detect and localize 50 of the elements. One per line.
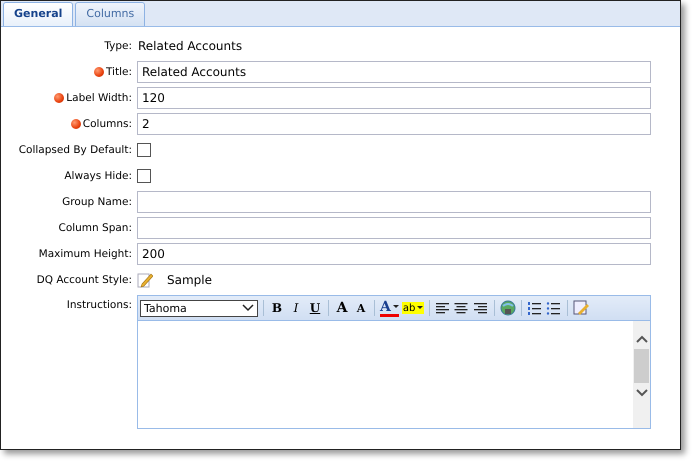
- bold-button[interactable]: B: [269, 299, 285, 317]
- field-label: Label Width:: [66, 92, 132, 104]
- input-field[interactable]: [137, 191, 651, 213]
- input-field[interactable]: [137, 217, 651, 239]
- align-right-icon: [473, 300, 490, 316]
- align-left-icon: [435, 300, 452, 316]
- field-label: Title:: [106, 66, 132, 78]
- font-color-button[interactable]: A: [380, 300, 399, 316]
- field-label: Collapsed By Default:: [18, 144, 132, 156]
- italic-button[interactable]: I: [288, 299, 304, 317]
- field-label: Instructions:: [66, 299, 132, 311]
- increase-font-button[interactable]: A: [334, 299, 350, 317]
- numbered-list-icon: [527, 300, 544, 316]
- caret-icon: [392, 304, 399, 308]
- globe-button[interactable]: [500, 299, 516, 317]
- bullet-list-icon: [546, 300, 562, 316]
- chevron-down-icon: [242, 304, 254, 312]
- field-label: Type:: [104, 40, 132, 52]
- field-label: DQ Account Style:: [36, 274, 132, 286]
- edit-icon: [137, 272, 153, 288]
- caret-icon: [417, 306, 424, 310]
- field-value: Related Accounts: [137, 39, 242, 53]
- align-center-icon: [454, 300, 470, 316]
- field-label: Group Name:: [62, 196, 132, 208]
- highlight-button[interactable]: ab: [402, 302, 424, 314]
- chevron-up-icon: [636, 335, 648, 343]
- checkbox[interactable]: [137, 143, 151, 157]
- input-field[interactable]: 200: [137, 243, 651, 265]
- field-label: Columns:: [82, 118, 132, 130]
- scroll-thumb[interactable]: [634, 349, 649, 383]
- underline-button[interactable]: U: [307, 299, 323, 317]
- scrollbar[interactable]: [633, 321, 650, 428]
- rich-text-editor[interactable]: Tahoma B I U A A A ab: [137, 295, 651, 429]
- field-label: Always Hide:: [64, 170, 132, 182]
- tab[interactable]: Columns: [75, 2, 146, 26]
- style-sample: Sample: [167, 273, 212, 287]
- numbered-list-button[interactable]: [527, 299, 544, 317]
- checkbox[interactable]: [137, 169, 151, 183]
- field-label: Maximum Height:: [38, 248, 132, 260]
- decrease-font-button[interactable]: A: [353, 299, 369, 317]
- input-field[interactable]: Related Accounts: [137, 61, 651, 83]
- font-dropdown[interactable]: Tahoma: [140, 300, 258, 316]
- field-label: Column Span:: [58, 222, 132, 234]
- chevron-down-icon: [636, 389, 648, 397]
- tab[interactable]: General: [3, 2, 74, 26]
- input-field[interactable]: 2: [137, 113, 651, 135]
- edit-source-button[interactable]: [573, 299, 590, 317]
- edit-source-icon: [573, 300, 590, 316]
- globe-icon: [500, 300, 516, 316]
- input-field[interactable]: 120: [137, 87, 651, 109]
